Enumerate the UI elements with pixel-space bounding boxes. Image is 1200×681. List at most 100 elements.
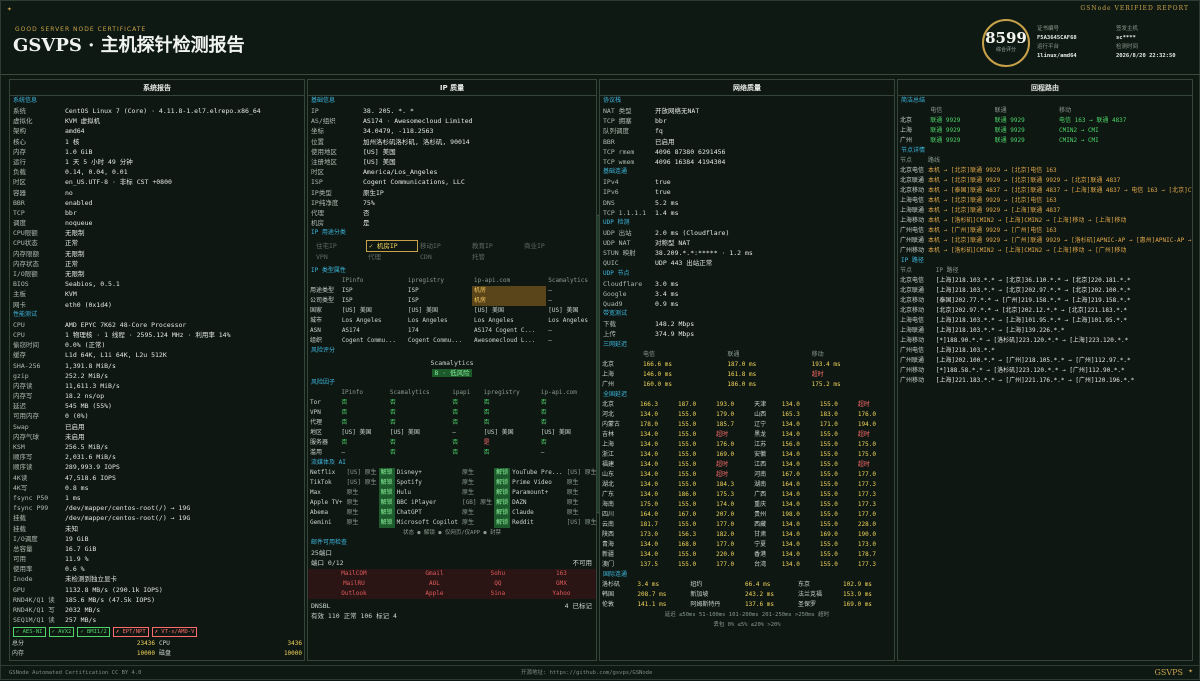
table-cell: 166.3 (639, 400, 659, 408)
table-cell: 陕西 (602, 530, 615, 538)
table-row: Max原生解锁Hulu原生解锁Paramount+原生解锁 (308, 488, 596, 499)
kv-row: BBR enabled (10, 198, 304, 208)
kv-value: 18.2 ns/op (65, 392, 105, 401)
kv-value: 38.209.*.*:***** · 1.2 ms (655, 249, 753, 258)
kv-key: TCP rmem (603, 147, 635, 156)
section-title: IP 类型属性 (311, 267, 346, 275)
table-cell: 169.0 ms (843, 600, 872, 608)
table-cell: 广州移动 (900, 367, 925, 374)
table-cell: 用途类型 (310, 287, 335, 295)
table-cell: 134.0 (781, 550, 800, 558)
table-cell: 黑龙 (754, 430, 767, 438)
table-cell: 208.7 ms (637, 590, 667, 598)
table-cell: 上海 (602, 440, 615, 448)
kv-key: 时区 (311, 168, 324, 177)
kv-value: bbr (65, 208, 77, 217)
kv-key: BIOS (13, 280, 29, 289)
table-cell: 178.0 (639, 420, 659, 428)
table-cell: 184.3 (716, 480, 735, 488)
kv-row: 虚拟化 KVM 虚拟机 (10, 116, 304, 126)
table-cell: 原生 (566, 489, 579, 497)
kv-key: IP纯净度 (311, 198, 339, 207)
table-row: 北京联通 本机 → [北京]联通 9929 → [北京]联通 9929 → [北京… (898, 176, 1192, 186)
report-root: { "header":{"subtitle":"GOOD SERVER NODE… (0, 0, 1200, 680)
table-row: 广州移动 [*]188.58.*.* → [洛杉矶]223.120.*.* → [… (898, 366, 1192, 376)
kv-value: America/Los_Angeles (363, 168, 438, 177)
kv-value: Seabios, 0.5.1 (65, 280, 120, 289)
kv-key: 内存写 (13, 392, 33, 401)
kv-value: [US] 美国 (363, 147, 396, 156)
table-row: Gemini 原生 解锁 Microsoft Copilot 原生 解锁 Reddit [US… (308, 518, 596, 529)
kv-row: 可用 11.9 % (10, 554, 304, 564)
kv-row: 顺序读 289,993.9 IOPS (10, 462, 304, 472)
table-cell: ISP (341, 297, 353, 305)
table-cell: DAZN (512, 499, 527, 507)
table-cell: Yahoo (526, 588, 596, 599)
table-row: 四川 164.0 167.0 207.0 贵州 198.0 155.0 177.0 (600, 510, 894, 520)
header-cell: IPinfo (341, 277, 364, 285)
table-cell: 联通 9929 (994, 127, 1025, 134)
footer-link[interactable]: 开源地址: https://github.com/gsvps/GSNode (521, 666, 652, 680)
kv-value: 0.8 ms (65, 483, 89, 492)
kv-value: 原生IP (363, 188, 384, 197)
kv-row: I/O限额 无限制 (10, 269, 304, 279)
table-cell: [US] 美国 (548, 307, 579, 315)
table-cell: 地区 (310, 429, 323, 437)
header-cell: ipregistry (407, 277, 445, 285)
table-cell: 134.0 (781, 500, 800, 508)
table-cell: 155.0 (678, 470, 697, 478)
kv-key: 系统 (13, 107, 26, 115)
table-cell: 解锁 (378, 468, 395, 479)
table-cell: [上海]221.183.*.* → [广州]221.176.*.* → [广州]… (935, 377, 1135, 384)
table-cell: 175.0 (639, 500, 659, 508)
footer: GSNode Automated Certification CC BY 4.0… (1, 665, 1200, 681)
table-cell: 169.0 (716, 450, 735, 458)
table-cell: YouTube Pre... (512, 469, 563, 477)
table-cell: 解锁 (378, 478, 395, 489)
header-cell (308, 388, 339, 398)
meta-col-1: 证书编号 F5A3645CAF68 运行平台 1linux/amd64 (1037, 25, 1077, 61)
table-cell: 公司类型 (310, 297, 335, 305)
header-cell: 路线 (928, 157, 941, 164)
kv-row: RND4K/Q1 写 2032 MB/s (10, 605, 304, 615)
kv-row: TCP 1.1.1.1 1.4 ms (600, 208, 894, 218)
table-cell: Los Angeles (548, 317, 589, 325)
table-row: MailCOM Gmail Sohu 163 (308, 568, 596, 579)
table-cell: 北京联通 (900, 177, 925, 184)
table-row: 广州移动 本机 → [洛杉矶]CMIN2 → [上海]CMIN2 → [上海]移动… (898, 246, 1192, 256)
table-header: 电信 联通 移动 (600, 350, 894, 360)
table-row: 总分 23436 CPU 3436 (10, 639, 304, 649)
kv-key: 内存限额 (13, 249, 39, 258)
table-cell: 134.0 (781, 520, 800, 528)
table-cell: — (341, 449, 345, 457)
table-cell: 解锁 (494, 468, 511, 479)
kv-value: 1 天 5 小时 49 分钟 (65, 157, 133, 166)
table-cell: MailCOM (308, 568, 400, 579)
net-base: IPv4 true IPv6 true DNS 5.2 ms TCP 1.1.1.1 1.4 … (600, 177, 894, 218)
table-cell: 解锁 (494, 478, 511, 489)
table-cell: 上海移动 (900, 337, 925, 344)
table-cell: 超时 (857, 400, 870, 408)
smtp-row: 25端口 (308, 548, 596, 558)
smtp-label: 25端口 (311, 549, 332, 558)
table-cell: 134.0 (639, 450, 659, 458)
header-cell: 联通 (994, 107, 1007, 114)
table-cell: 134.0 (639, 470, 659, 478)
kv-key: UDP NAT (603, 239, 631, 248)
kv-key: 核心 (13, 137, 26, 146)
kv-row: 负载 0.14, 0.04, 0.01 (10, 167, 304, 177)
table-cell: 天津 (754, 400, 767, 408)
table-cell: 175.0 (857, 450, 876, 458)
kv-row: QUIC UDP 443 出站正常 (600, 258, 894, 268)
table-cell: 是 (483, 439, 490, 447)
table-row: 北京电信本机 → [北京]联通 9929 → [北京]电信 163166.6 m… (898, 166, 1192, 176)
section-title: 风险评分 (311, 347, 336, 355)
table-cell: 本机 → [北京]联通 9929 → [北京]电信 163 (928, 167, 1057, 174)
kv-key: 坐标 (311, 127, 324, 136)
kv-value: 34.0479, -118.2563 (363, 127, 434, 136)
table-cell: Max (310, 489, 321, 497)
table-row: 新疆 134.0 155.0 220.0 香港 134.0 155.0 178.7 (600, 550, 894, 560)
table-cell: 134.0 (781, 450, 800, 458)
kv-row: Inode 未检测到独立显卡 (10, 574, 304, 584)
kv-row: GPU 1132.8 MB/s (290.1k IOPS) (10, 585, 304, 595)
